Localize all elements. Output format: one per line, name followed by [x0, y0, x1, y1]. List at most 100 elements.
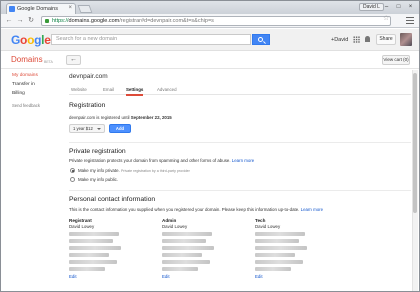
admin-title: Admin [162, 218, 177, 223]
redacted-line [69, 246, 121, 250]
public-radio[interactable] [70, 177, 75, 182]
apps-grid-icon[interactable] [353, 36, 360, 43]
browser-tab[interactable]: Google Domains × [6, 3, 76, 14]
avatar[interactable] [400, 33, 412, 46]
redacted-line [162, 232, 212, 236]
scrollbar-thumb[interactable] [413, 73, 417, 213]
share-button[interactable]: Share [376, 34, 396, 45]
favicon-icon [9, 6, 15, 12]
close-tab-icon[interactable]: × [68, 5, 72, 11]
redacted-line [69, 232, 119, 236]
search-icon [258, 37, 263, 42]
redacted-line [255, 253, 295, 257]
privacy-learn-more-link[interactable]: Learn more [232, 158, 254, 163]
back-button[interactable]: ← [66, 55, 81, 65]
tab-email[interactable]: Email [103, 87, 114, 92]
renewal-period-select[interactable]: 1 year $12 [69, 124, 105, 133]
contact-heading: Personal contact information [69, 196, 156, 203]
back-arrow-icon[interactable]: ← [5, 17, 13, 25]
redacted-line [69, 253, 109, 257]
main-content: devnpair.com Website Email Settings Adva… [69, 70, 411, 292]
sidebar: My domains Transfer in Billing Send feed… [1, 70, 61, 292]
sidebar-item-send-feedback[interactable]: Send feedback [12, 103, 40, 108]
redacted-line [162, 246, 214, 250]
public-radio-label[interactable]: Make my info public. [78, 177, 118, 182]
redacted-line [162, 253, 202, 257]
section-divider [69, 142, 411, 143]
google-logo[interactable]: Google [11, 33, 51, 47]
chrome-menu-icon[interactable] [406, 17, 414, 24]
registrant-edit-link[interactable]: Edit [69, 274, 139, 279]
browser-toolbar: ← → ↻ https://domains.google.com/registr… [1, 14, 419, 28]
registration-text: devnpair.com is registered until Septemb… [69, 115, 172, 120]
domain-name-heading: devnpair.com [69, 73, 108, 80]
forward-arrow-icon[interactable]: → [16, 17, 24, 25]
registration-heading: Registration [69, 102, 106, 109]
google-header: Google Search for a new domain +David Sh… [1, 29, 419, 51]
reload-icon[interactable]: ↻ [27, 17, 35, 25]
privacy-heading: Private registration [69, 148, 126, 155]
tab-advanced[interactable]: Advanced [157, 87, 177, 92]
redacted-line [69, 239, 113, 243]
registrant-title: Registrant [69, 218, 92, 223]
tech-title: Tech [255, 218, 266, 223]
privacy-text: Private registration protects your domai… [69, 158, 255, 163]
admin-edit-link[interactable]: Edit [162, 274, 232, 279]
renewal-period-value: 1 year $12 [73, 126, 93, 131]
private-radio-note: Private registration by a third-party pr… [120, 169, 190, 173]
registrant-column: Registrant David Lowey Edit [69, 218, 139, 290]
tech-name: David Lowey [255, 224, 281, 229]
domain-tabs: Website Email Settings Advanced [69, 86, 411, 96]
add-button[interactable]: Add [109, 124, 131, 133]
private-radio-label[interactable]: Make my info private. Private registrati… [78, 168, 190, 173]
sidebar-item-transfer-in[interactable]: Transfer in [12, 82, 35, 87]
redacted-line [162, 239, 206, 243]
profile-chip[interactable]: David L [359, 3, 384, 11]
tech-column: Tech David Lowey Edit [255, 218, 325, 290]
close-window-icon[interactable]: × [406, 3, 415, 11]
sidebar-item-billing[interactable]: Billing [12, 91, 25, 96]
contact-learn-more-link[interactable]: Learn more [301, 207, 323, 212]
google-plus-user-link[interactable]: +David [331, 37, 348, 43]
redacted-line [255, 239, 299, 243]
sidebar-item-my-domains[interactable]: My domains [12, 73, 38, 78]
admin-column: Admin David Lowey Edit [162, 218, 232, 290]
notifications-bell-icon[interactable] [365, 36, 370, 42]
contact-text: This is the contact information you supp… [69, 207, 324, 212]
bookmark-star-icon[interactable]: ☆ [383, 14, 389, 22]
url-path: /registrar#d=devnpair.com&t=s&chip=s [119, 18, 214, 24]
redacted-line [255, 267, 291, 271]
url-host: domains.google.com [68, 18, 120, 24]
redacted-line [162, 267, 198, 271]
url-scheme: https:// [52, 18, 69, 24]
redacted-line [255, 246, 307, 250]
redacted-line [255, 260, 303, 264]
redacted-line [69, 260, 117, 264]
redacted-line [69, 267, 105, 271]
minimize-icon[interactable]: – [382, 3, 391, 11]
private-radio[interactable] [70, 168, 75, 173]
new-tab-button[interactable] [77, 5, 93, 13]
address-bar[interactable]: https://domains.google.com/registrar#d=d… [41, 16, 391, 26]
browser-window: Google Domains × David L – □ × ← → ↻ htt… [0, 0, 420, 292]
registrant-name: David Lowey [69, 224, 95, 229]
domains-title[interactable]: Domains [11, 55, 43, 64]
browser-tab-title: Google Domains [17, 6, 58, 12]
search-button[interactable] [252, 34, 270, 45]
tab-settings[interactable]: Settings [126, 87, 144, 96]
domain-search-input[interactable]: Search for a new domain [51, 34, 251, 45]
chevron-down-icon [97, 128, 101, 130]
lock-icon [45, 19, 49, 23]
maximize-icon[interactable]: □ [394, 3, 403, 11]
domains-subheader: Domains BETA ← View cart (0) [1, 52, 419, 69]
registration-date: September 22, 2015 [130, 115, 172, 120]
tab-strip: Google Domains × David L – □ × [1, 1, 419, 14]
beta-badge: BETA [44, 60, 53, 64]
view-cart-button[interactable]: View cart (0) [382, 55, 410, 65]
admin-name: David Lowey [162, 224, 188, 229]
tech-edit-link[interactable]: Edit [255, 274, 325, 279]
redacted-line [162, 260, 210, 264]
tab-website[interactable]: Website [71, 87, 87, 92]
section-divider [69, 190, 411, 191]
redacted-line [255, 232, 305, 236]
